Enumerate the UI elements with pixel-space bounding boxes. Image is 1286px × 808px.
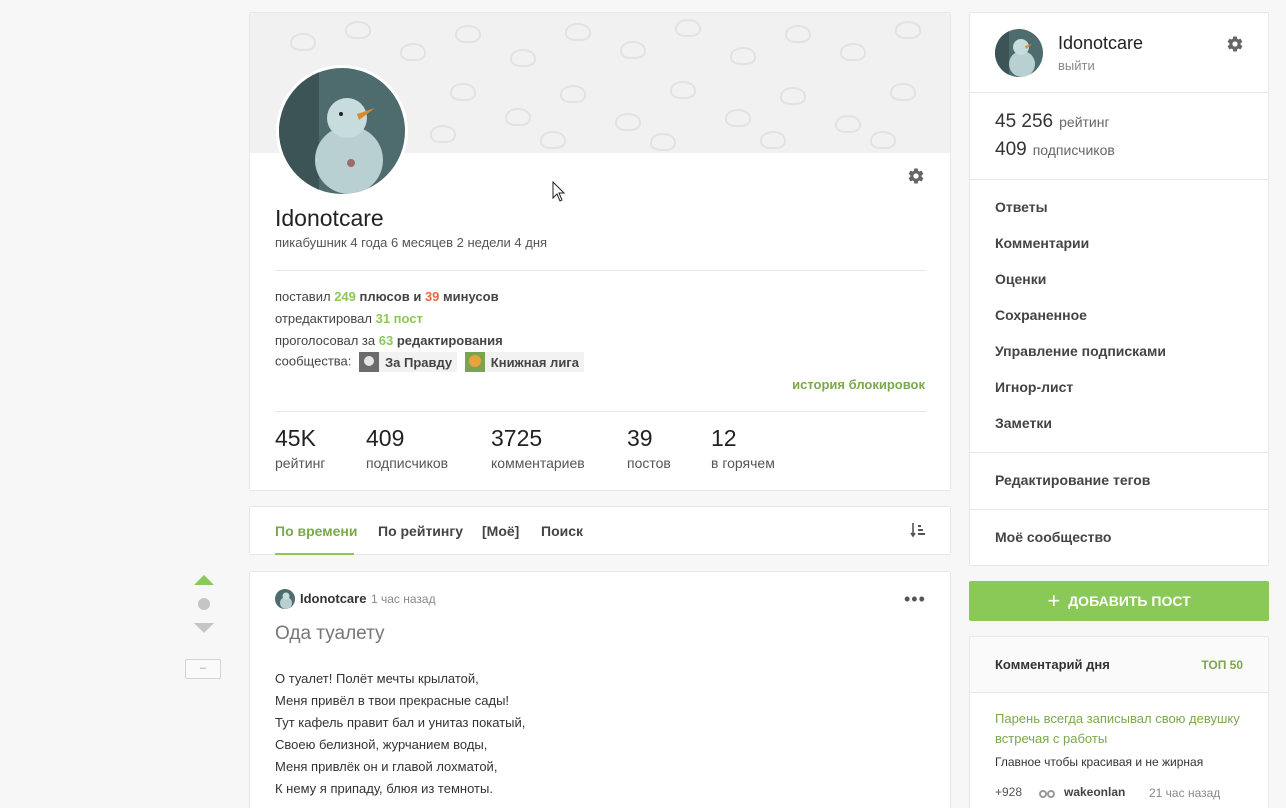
post-author-avatar[interactable]	[275, 589, 295, 609]
tab-search[interactable]: Поиск	[541, 523, 583, 539]
comment-of-day-card: Комментарий дня ТОП 50 Парень всегда зап…	[969, 636, 1269, 808]
add-post-button[interactable]: + ДОБАВИТЬ ПОСТ	[969, 581, 1269, 621]
post-time[interactable]: 1 час назад	[371, 592, 436, 606]
edited-posts-link[interactable]: 31 пост	[376, 311, 423, 326]
post-body: О туалет! Полёт мечты крылатой, Меня при…	[275, 671, 526, 796]
sidebar-subscribers[interactable]: 409 подписчиков	[995, 139, 1115, 161]
divider	[970, 92, 1268, 93]
comment-time[interactable]: 21 час назад	[1149, 786, 1220, 800]
profile-member-since: пикабушник 4 года 6 месяцев 2 недели 4 д…	[275, 235, 548, 250]
plus-icon: +	[1047, 588, 1061, 613]
stat-subscribers[interactable]: 409 подписчиков	[366, 425, 448, 471]
tab-mine[interactable]: [Моё]	[482, 523, 519, 539]
menu-tags-edit[interactable]: Редактирование тегов	[995, 472, 1150, 488]
sidebar-user-card: Idonotcare выйти 45 256 рейтинг 409 подпис…	[969, 12, 1269, 566]
community-knizhnaya-liga[interactable]: Книжная лига	[464, 352, 584, 372]
commenter-username[interactable]: wakeonlan	[1064, 785, 1125, 799]
sidebar-rating[interactable]: 45 256 рейтинг	[995, 111, 1110, 133]
profile-avatar[interactable]	[276, 65, 408, 197]
activity-votes: поставил 249 плюсов и 39 минусов	[275, 289, 499, 304]
menu-ratings[interactable]: Оценки	[995, 271, 1046, 287]
top-50-link[interactable]: ТОП 50	[1201, 658, 1243, 672]
divider	[275, 411, 926, 412]
commenter-avatar[interactable]	[1037, 785, 1057, 801]
active-tab-indicator	[275, 553, 354, 555]
tab-by-rating[interactable]: По рейтингу	[378, 523, 463, 539]
menu-comments[interactable]: Комментарии	[995, 235, 1089, 251]
profile-card: Idonotcare пикабушник 4 года 6 месяцев 2…	[249, 12, 951, 491]
settings-gear-icon[interactable]	[1226, 35, 1244, 58]
post-title[interactable]: Ода туалету	[275, 623, 385, 645]
activity-edits: отредактировал 31 пост	[275, 311, 423, 326]
profile-username: Idonotcare	[275, 205, 384, 231]
mouse-cursor-icon	[552, 180, 566, 208]
more-options-icon[interactable]: •••	[904, 590, 926, 608]
post-card: Idonotcare 1 час назад ••• Ода туалету О…	[249, 571, 951, 808]
stat-rating[interactable]: 45K рейтинг	[275, 425, 325, 471]
stat-hot[interactable]: 12 в горячем	[711, 425, 775, 471]
post-author[interactable]: Idonotcare	[300, 591, 366, 606]
comment-rating: +928	[995, 785, 1023, 799]
sidebar-avatar[interactable]	[995, 29, 1043, 77]
menu-ignore-list[interactable]: Игнор-лист	[995, 379, 1073, 395]
sidebar-username[interactable]: Idonotcare	[1058, 33, 1143, 54]
community-za-pravdu[interactable]: За Правду	[359, 352, 458, 372]
vote-neutral-icon	[198, 598, 210, 610]
stat-posts[interactable]: 39 постов	[627, 425, 671, 471]
vote-down-icon[interactable]	[194, 623, 214, 633]
activity-communities: сообщества: За Правду Книжная лига	[275, 352, 584, 372]
logout-link[interactable]: выйти	[1058, 58, 1095, 73]
comment-of-day-post-link[interactable]: Парень всегда записывал свою девушку вст…	[995, 709, 1245, 749]
sort-icon[interactable]	[910, 522, 926, 543]
feed-tabs: По времени По рейтингу [Моё] Поиск	[249, 506, 951, 555]
comment-of-day-title: Комментарий дня	[995, 657, 1110, 672]
divider	[275, 270, 926, 271]
divider	[970, 509, 1268, 510]
menu-subscriptions[interactable]: Управление подписками	[995, 343, 1166, 359]
activity-edit-votes: проголосовал за 63 редактирования	[275, 333, 503, 348]
ban-history-link[interactable]: история блокировок	[792, 377, 925, 392]
menu-notes[interactable]: Заметки	[995, 415, 1052, 431]
menu-saved[interactable]: Сохраненное	[995, 307, 1087, 323]
divider	[970, 452, 1268, 453]
comment-of-day-header: Комментарий дня ТОП 50	[970, 637, 1268, 693]
menu-my-community[interactable]: Моё сообщество	[995, 529, 1111, 545]
menu-answers[interactable]: Ответы	[995, 199, 1048, 215]
settings-gear-icon[interactable]	[907, 167, 925, 190]
tab-by-time[interactable]: По времени	[275, 523, 357, 539]
vote-up-icon[interactable]	[194, 575, 214, 585]
stat-comments[interactable]: 3725 комментариев	[491, 425, 585, 471]
collapse-post-button[interactable]: –	[185, 659, 221, 679]
divider	[970, 179, 1268, 180]
comment-of-day-text: Главное чтобы красивая и не жирная	[995, 755, 1204, 769]
